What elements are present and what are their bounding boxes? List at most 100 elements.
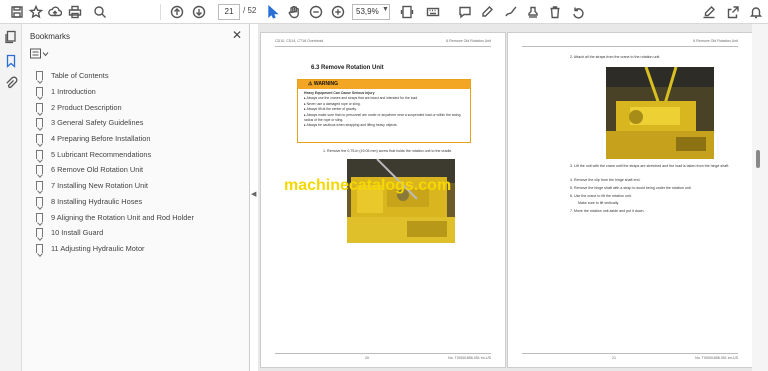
step-6-note: Make sure to lift vertically. [578,201,620,205]
bookmark-icon [36,71,43,81]
warning-line: ▸ Always be cautious when strapping and … [304,123,398,128]
bookmark-label: Table of Contents [51,71,109,81]
zoom-out-icon[interactable] [307,3,325,21]
page-header: 6 Remove Old Rotation Unit [522,39,738,47]
bookmark-item[interactable]: 6 Remove Old Rotation Unit [36,162,246,178]
bookmark-label: 11 Adjusting Hydraulic Motor [51,243,145,253]
star-icon[interactable] [27,3,45,21]
next-page-icon[interactable] [190,3,208,21]
rotation-unit-photo [347,159,455,243]
bookmark-label: 3 General Safety Guidelines [51,118,144,128]
step-3-text: 3. Lift the unit with the crane until th… [570,164,730,168]
bookmark-icon [36,196,43,206]
step-1-text: 1. Remove the 0.75-in (19.05 mm) screw t… [323,149,453,153]
warning-box: ⚠ WARNING Heavy Equipment Can Cause Seri… [297,79,471,143]
page-20: CD10, CD14, CT16 Overhead 6 Remove Old R… [260,32,506,368]
print-icon[interactable] [66,3,84,21]
bookmark-icon [36,118,43,128]
header-right: 6 Remove Old Rotation Unit [693,39,738,43]
page-total: / 52 [243,6,257,15]
header-left: CD10, CD14, CT16 Overhead [275,39,323,43]
warning-label: WARNING [313,81,339,87]
attachment-icon[interactable] [4,76,18,90]
bookmark-icon [36,212,43,222]
bookmark-label: 7 Installing New Rotation Unit [51,181,148,191]
bookmark-icon [36,87,43,97]
sign-icon[interactable] [700,3,718,21]
bookmark-item[interactable]: 1 Introduction [36,84,246,100]
bookmark-item[interactable]: 5 Lubricant Recommendations [36,146,246,162]
page-header: CD10, CD14, CT16 Overhead 6 Remove Old R… [275,39,491,47]
page-footer: 21 No. T00001856.051 en-US [522,353,738,361]
highlight-pen-icon[interactable] [478,3,496,21]
bookmark-icon [36,181,43,191]
bookmark-label: 9 Aligning the Rotation Unit and Rod Hol… [51,212,194,222]
keyboard-icon[interactable] [424,3,442,21]
bookmark-item[interactable]: 3 General Safety Guidelines [36,115,246,131]
bookmark-icon [36,243,43,253]
header-right: 6 Remove Old Rotation Unit [446,39,491,43]
document-viewer: CD10, CD14, CT16 Overhead 6 Remove Old R… [258,24,753,371]
page-footer: 20 No. T00001856.051 en-US [275,353,491,361]
bookmark-icon[interactable] [4,54,18,68]
section-title: 6.3 Remove Rotation Unit [311,65,384,71]
step-5-text: 5. Remove the hinge shaft with a strap t… [570,186,692,190]
bookmark-icon [36,165,43,175]
delete-icon[interactable] [546,3,564,21]
previous-page-icon[interactable] [168,3,186,21]
bell-icon[interactable] [747,3,765,21]
bookmark-label: 8 Installing Hydraulic Hoses [51,196,143,206]
stamp-icon[interactable] [524,3,542,21]
bookmark-item[interactable]: 9 Aligning the Rotation Unit and Rod Hol… [36,209,246,225]
bookmark-icon [36,102,43,112]
bookmark-icon [36,228,43,238]
page-number: 20 [365,356,369,360]
toolbar: 21 / 52 53,9% ▼ [0,0,768,24]
bookmark-label: 4 Preparing Before Installation [51,134,151,144]
step-2-text: 2. Attach all the straps from the crane … [570,55,661,59]
navigation-rail [0,24,22,371]
select-cursor-icon[interactable] [264,3,282,21]
bookmark-item[interactable]: 11 Adjusting Hydraulic Motor [36,241,246,257]
bookmark-label: 2 Product Description [51,102,122,112]
page-21: 6 Remove Old Rotation Unit 2. Attach all… [507,32,753,368]
page-number-input[interactable]: 21 [218,4,240,20]
warning-body: Heavy Equipment Can Cause Serious Injury… [298,89,470,131]
bookmark-label: 5 Lubricant Recommendations [51,149,152,159]
page-number: 21 [612,356,616,360]
bookmarks-panel-title: Bookmarks [30,32,71,41]
vertical-scrollbar[interactable] [752,24,768,371]
document-number: No. T00001856.051 en-US [448,356,491,360]
warning-header: ⚠ WARNING [298,80,470,89]
pages-icon[interactable] [4,30,18,44]
comment-icon[interactable] [456,3,474,21]
step-4-text: 4. Remove the clip from the hinge shaft … [570,178,641,182]
bookmark-item[interactable]: 4 Preparing Before Installation [36,131,246,147]
bookmark-options-icon[interactable] [30,48,50,60]
bookmark-icon [36,149,43,159]
bookmark-item[interactable]: 8 Installing Hydraulic Hoses [36,194,246,210]
bookmark-list: Table of Contents 1 Introduction 2 Produ… [36,68,246,256]
bookmark-label: 6 Remove Old Rotation Unit [51,165,144,175]
undo-icon[interactable] [569,3,587,21]
bookmark-icon [36,134,43,144]
save-icon[interactable] [8,3,26,21]
bookmark-label: 10 Install Guard [51,228,104,238]
search-icon[interactable] [91,3,109,21]
share-icon[interactable] [724,3,742,21]
zoom-in-icon[interactable] [329,3,347,21]
close-icon[interactable]: ✕ [232,28,242,42]
scrollbar-thumb[interactable] [756,150,760,168]
bookmark-item[interactable]: 10 Install Guard [36,225,246,241]
collapse-panel-handle[interactable]: ◀ [251,190,256,198]
bookmark-item[interactable]: 7 Installing New Rotation Unit [36,178,246,194]
bookmark-item[interactable]: Table of Contents [36,68,246,84]
crane-straps-photo [606,67,714,159]
bookmark-item[interactable]: 2 Product Description [36,99,246,115]
hand-tool-icon[interactable] [285,3,303,21]
chevron-down-icon[interactable]: ▼ [382,6,389,13]
draw-icon[interactable] [502,3,520,21]
fit-page-icon[interactable] [398,3,416,21]
warning-icon: ⚠ [308,81,313,87]
cloud-upload-icon[interactable] [46,3,64,21]
